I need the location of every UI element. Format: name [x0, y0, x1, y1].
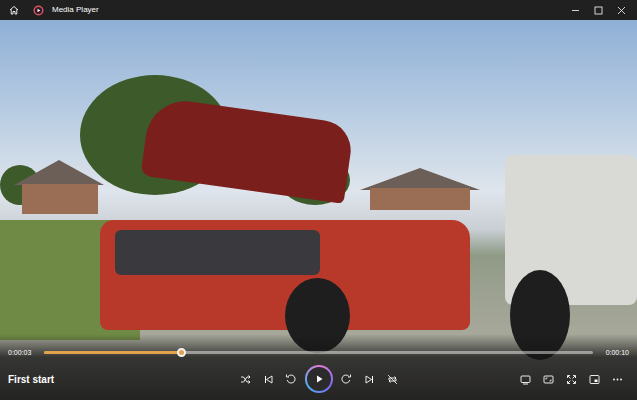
- forward-icon[interactable]: [335, 368, 358, 391]
- play-icon: [307, 367, 331, 391]
- playback-controls: 0:00:03 0:00:10 First start: [0, 334, 637, 400]
- fullscreen-icon[interactable]: [560, 368, 583, 391]
- repeat-icon[interactable]: [381, 368, 404, 391]
- maximize-icon[interactable]: [587, 0, 610, 20]
- seek-bar-row: 0:00:03 0:00:10: [8, 348, 629, 359]
- minimize-icon[interactable]: [564, 0, 587, 20]
- window-title: Media Player: [52, 4, 99, 16]
- media-title: First start: [8, 372, 234, 387]
- next-icon[interactable]: [358, 368, 381, 391]
- aspect-ratio-icon[interactable]: [537, 368, 560, 391]
- video-area[interactable]: 0:00:03 0:00:10 First start: [0, 20, 637, 400]
- seek-fill: [44, 351, 181, 354]
- duration-time: 0:00:10: [601, 348, 629, 359]
- transport-controls: [234, 365, 404, 393]
- mini-player-icon[interactable]: [583, 368, 606, 391]
- media-player-window: Media Player 0:00:03: [0, 0, 637, 400]
- home-icon[interactable]: [4, 0, 24, 20]
- shuffle-icon[interactable]: [234, 368, 257, 391]
- rewind-icon[interactable]: [280, 368, 303, 391]
- elapsed-time: 0:00:03: [8, 348, 36, 359]
- close-icon[interactable]: [610, 0, 633, 20]
- view-controls: [404, 368, 630, 391]
- previous-icon[interactable]: [257, 368, 280, 391]
- seek-thumb[interactable]: [177, 348, 186, 357]
- more-options-icon[interactable]: [606, 368, 629, 391]
- play-button[interactable]: [305, 365, 333, 393]
- cast-icon[interactable]: [514, 368, 537, 391]
- app-logo-icon: [28, 0, 48, 20]
- title-bar: Media Player: [0, 0, 637, 20]
- seek-track[interactable]: [44, 351, 593, 354]
